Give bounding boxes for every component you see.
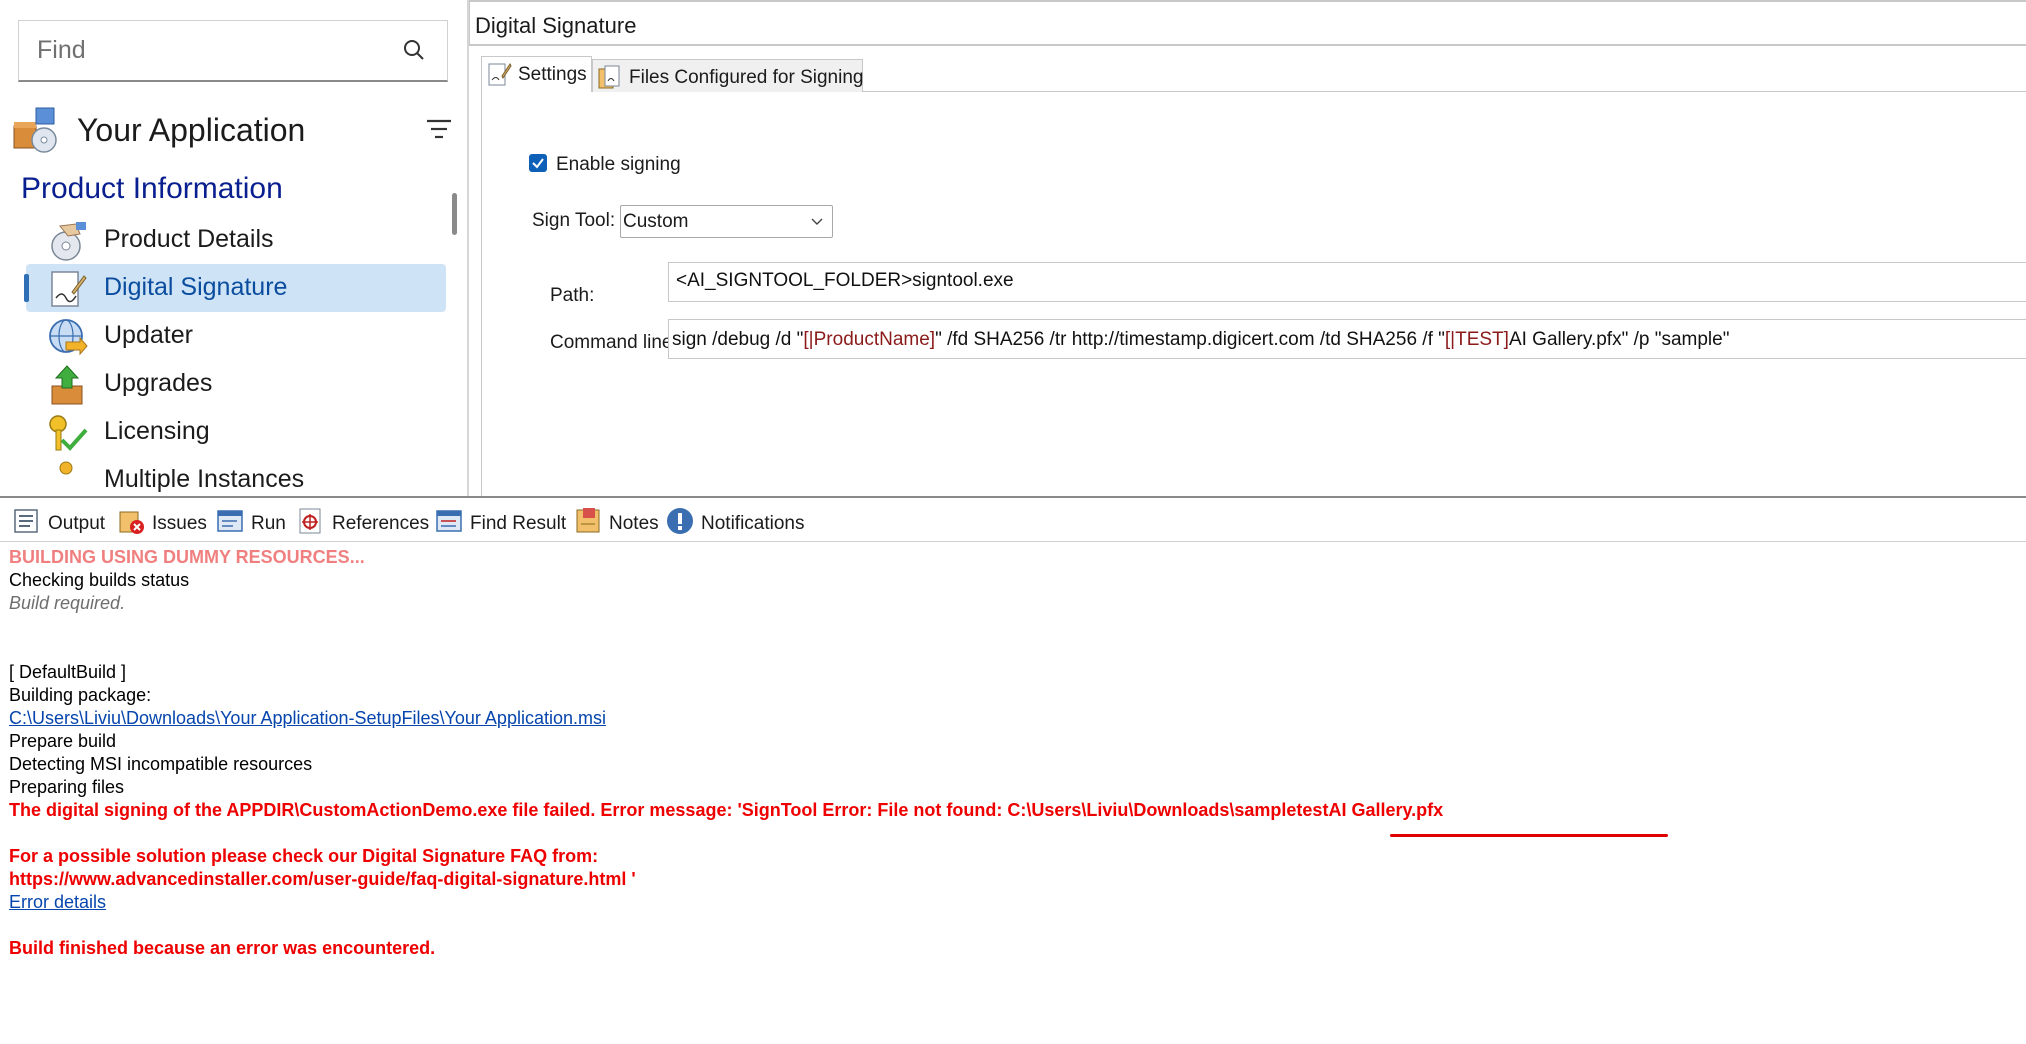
selection-indicator [24,274,29,302]
tab-files-configured-for-signing[interactable]: Files Configured for Signing [592,59,863,93]
search-icon[interactable] [401,37,427,63]
sidebar-item-label: Product Details [104,225,274,253]
sidebar-item-label: Digital Signature [104,273,288,301]
info-exclamation-icon [667,508,693,534]
sidebar-item-label: Upgrades [104,369,213,397]
notes-icon [576,508,600,533]
sidebar-scrollbar[interactable] [452,193,457,235]
sidebar-item-label: Licensing [104,417,210,445]
red-underline-annotation [1390,834,1668,837]
log-blank-line [9,822,2019,845]
tab-run[interactable]: Run [215,506,295,540]
sidebar-item-multiple-instances[interactable]: Multiple Instances [26,456,446,496]
log-line-preparing-files: Preparing files [9,777,125,797]
left-navigation-panel: Your Application Product Information Pro… [0,0,467,496]
search-input[interactable] [19,21,379,79]
sign-tool-value: Custom [623,211,689,232]
signature-pen-icon [51,271,87,307]
log-line-build-finished: Build finished because an error was enco… [9,938,436,958]
globe-arrow-icon [49,319,88,356]
sidebar-item-updater[interactable]: Updater [26,312,446,360]
log-line-detecting-msi: Detecting MSI incompatible resources [9,754,313,774]
output-log: BUILDING USING DUMMY RESOURCES... Checki… [9,546,2019,1041]
path-value: <AI_SIGNTOOL_FOLDER>signtool.exe [676,270,1014,291]
log-line-build-required: Build required. [9,593,126,613]
tab-find-result[interactable]: Find Result [434,506,574,540]
tab-issues[interactable]: Issues [116,506,212,540]
enable-signing-checkbox[interactable] [529,154,547,172]
search-box[interactable] [18,20,448,82]
output-icon [14,509,38,533]
sidebar-item-digital-signature[interactable]: Digital Signature [24,264,446,312]
output-panel: Output Issues Run References Find Result… [0,496,2026,1044]
references-icon [299,508,321,534]
enable-signing-label[interactable]: Enable signing [556,154,681,176]
chevron-down-icon [811,218,823,225]
command-text: " /fd SHA256 /tr http://timestamp.digice… [935,329,1445,350]
sign-tool-dropdown[interactable]: Custom [620,205,833,238]
issues-icon [119,511,144,534]
app-package-icon [13,107,57,153]
panel-header: Digital Signature [469,0,2026,46]
filter-icon[interactable] [426,118,452,140]
product-name-token: [|ProductName] [803,329,936,350]
tab-settings[interactable]: Settings [481,56,592,93]
path-field[interactable]: <AI_SIGNTOOL_FOLDER>signtool.exe [668,262,2026,302]
run-icon [217,510,243,532]
tab-output[interactable]: Output [12,506,112,540]
log-blank-line [9,615,2019,638]
tab-notifications[interactable]: Notifications [665,506,815,540]
log-line-faq-intro: For a possible solution please check our… [9,846,599,866]
output-tab-strip: Output Issues Run References Find Result… [0,498,2026,542]
command-text: AI Gallery.pfx" /p "sample" [1508,329,1730,350]
find-result-icon [436,510,462,532]
log-line-dummy-resources: BUILDING USING DUMMY RESOURCES... [9,547,365,567]
command-text: sign /debug /d " [672,329,804,350]
path-label: Path: [550,285,595,306]
tab-references[interactable]: References [296,506,429,540]
log-line-prepare-build: Prepare build [9,731,117,751]
log-line-building-package: Building package: [9,685,152,705]
settings-page-icon [488,63,512,86]
panel-tab-strip: Settings Files Configured for Signing [481,56,2026,93]
log-line-faq-url: https://www.advancedinstaller.com/user-g… [9,869,636,889]
test-token: [|TEST] [1444,329,1509,350]
log-line-checking-status: Checking builds status [9,570,190,590]
sidebar-item-label: Updater [104,321,193,349]
box-up-arrow-icon [51,365,83,405]
log-line-default-build: [ DefaultBuild ] [9,662,127,682]
section-title-product-information: Product Information [21,172,283,205]
files-signing-icon [598,65,620,89]
command-line-label: Command line: [550,332,678,353]
tab-notes[interactable]: Notes [573,506,659,540]
error-details-link[interactable]: Error details [9,892,106,912]
cd-hand-icon [51,222,86,261]
settings-content: Enable signing Sign Tool: Custom Path: <… [481,92,2026,496]
page-title: Digital Signature [475,13,637,38]
app-header: Your Application [12,104,452,158]
sidebar-item-label: Multiple Instances [104,465,305,493]
msi-path-link[interactable]: C:\Users\Liviu\Downloads\Your Applicatio… [9,708,606,728]
log-line-sign-error: The digital signing of the APPDIR\Custom… [9,800,1444,820]
log-blank-line [9,638,2019,661]
checkmark-icon [532,158,544,169]
command-line-field[interactable]: sign /debug /d "[|ProductName]" /fd SHA2… [668,319,2026,359]
digital-signature-panel: Digital Signature Settings Files Configu… [469,0,2026,496]
sidebar-item-product-details[interactable]: Product Details [26,216,446,264]
instances-icon [59,461,73,475]
sidebar-item-upgrades[interactable]: Upgrades [26,360,446,408]
sidebar-item-licensing[interactable]: Licensing [26,408,446,456]
log-blank-line [9,914,2019,937]
app-title: Your Application [77,112,306,148]
sign-tool-label: Sign Tool: [532,210,616,231]
key-check-icon [49,415,88,451]
